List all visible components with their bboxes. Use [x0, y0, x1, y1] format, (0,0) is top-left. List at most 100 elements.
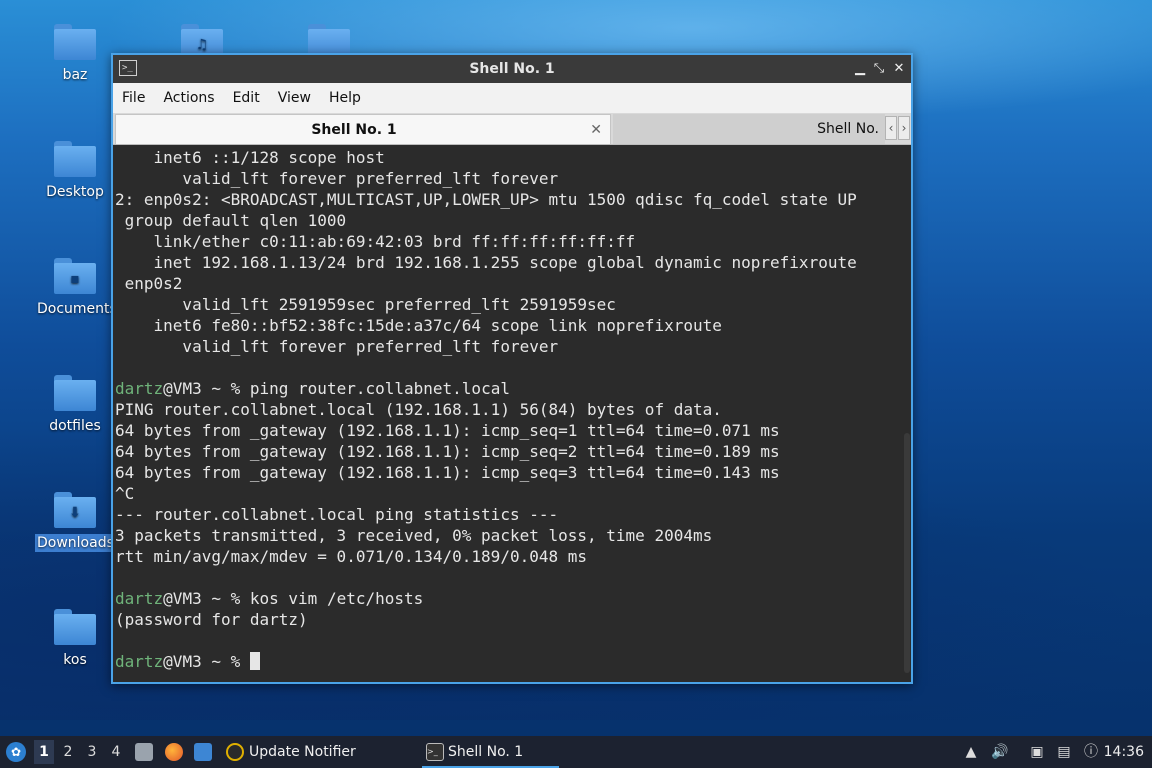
command-text: ping router.collabnet.local — [249, 379, 510, 398]
firefox-icon[interactable] — [165, 743, 183, 761]
terminal-icon: >_ — [426, 743, 444, 761]
terminal-line: 64 bytes from _gateway (192.168.1.1): ic… — [115, 441, 905, 462]
downloads-folder-icon: ⬇ — [54, 492, 96, 528]
output-text: group default qlen 1000 — [115, 211, 347, 230]
terminal-line: --- router.collabnet.local ping statisti… — [115, 504, 905, 525]
desktop-folder-dotfiles[interactable]: dotfiles — [35, 375, 115, 435]
output-text: valid_lft 2591959sec preferred_lft 25919… — [115, 295, 616, 314]
menu-file[interactable]: File — [113, 83, 154, 113]
start-menu-icon[interactable]: ✿ — [6, 742, 26, 762]
terminal-line: inet6 ::1/128 scope host — [115, 147, 905, 168]
output-text: inet6 fe80::bf52:38fc:15de:a37c/64 scope… — [115, 316, 722, 335]
output-text: ^C — [115, 484, 135, 503]
notification-icon[interactable]: ⓘ — [1082, 743, 1100, 761]
output-text: 64 bytes from _gateway (192.168.1.1): ic… — [115, 442, 780, 461]
output-text: valid_lft forever preferred_lft forever — [115, 169, 559, 188]
documents-folder-icon: ▪ — [54, 258, 96, 294]
desktop-icon-label: Desktop — [46, 184, 104, 200]
show-desktop-icon[interactable] — [194, 743, 212, 761]
desktop-folder-downloads[interactable]: ⬇ Downloads — [35, 492, 116, 552]
menu-edit[interactable]: Edit — [224, 83, 269, 113]
terminal-prompt-line: dartz@VM3 ~ % kos vim /etc/hosts — [115, 588, 905, 609]
output-text: inet6 ::1/128 scope host — [115, 148, 385, 167]
window-titlebar[interactable]: Shell No. 1 >_ ▁ ⤡ ✕ — [113, 55, 911, 83]
desktop-icon-label: baz — [62, 67, 88, 83]
desktop-folder-kos[interactable]: kos — [35, 609, 115, 669]
menu-view[interactable]: View — [269, 83, 320, 113]
output-text: link/ether c0:11:ab:69:42:03 brd ff:ff:f… — [115, 232, 636, 251]
terminal-window[interactable]: Shell No. 1 >_ ▁ ⤡ ✕ File Actions Edit View… — [111, 53, 913, 684]
terminal-lines: inet6 ::1/128 scope host valid_lft forev… — [115, 147, 905, 672]
update-icon — [226, 743, 244, 761]
terminal-line: valid_lft 2591959sec preferred_lft 25919… — [115, 294, 905, 315]
terminal-cursor — [249, 652, 260, 670]
clock[interactable]: 14:36 — [1104, 736, 1144, 768]
output-text: 3 packets transmitted, 3 received, 0% pa… — [115, 526, 713, 545]
menu-bar: File Actions Edit View Help — [113, 83, 911, 113]
terminal-line: inet6 fe80::bf52:38fc:15de:a37c/64 scope… — [115, 315, 905, 336]
terminal-line: enp0s2 — [115, 273, 905, 294]
network-icon[interactable]: ▣ — [1028, 743, 1046, 761]
menu-actions[interactable]: Actions — [154, 83, 223, 113]
close-button[interactable]: ✕ — [889, 59, 909, 79]
desktop-folder-documents[interactable]: ▪ Documents — [35, 258, 117, 318]
window-title: Shell No. 1 — [469, 61, 555, 77]
tab-scroll-right-button[interactable]: › — [898, 116, 910, 140]
prompt-host: @VM3 ~ % — [163, 589, 250, 608]
task-update-notifier[interactable]: Update Notifier — [223, 736, 356, 768]
terminal-line: 3 packets transmitted, 3 received, 0% pa… — [115, 525, 905, 546]
workspace-1[interactable]: 1 — [34, 740, 54, 764]
output-text: --- router.collabnet.local ping statisti… — [115, 505, 559, 524]
terminal-scrollbar[interactable] — [904, 433, 910, 673]
terminal-line: group default qlen 1000 — [115, 210, 905, 231]
terminal-prompt-line: dartz@VM3 ~ % — [115, 651, 905, 672]
output-text: valid_lft forever preferred_lft forever — [115, 337, 559, 356]
tab-bar: Shell No. 1 ✕ Shell No. ‹ › — [113, 113, 911, 145]
tab-label: Shell No. 1 — [311, 122, 397, 138]
prompt-host: @VM3 ~ % — [163, 652, 250, 671]
output-text: 64 bytes from _gateway (192.168.1.1): ic… — [115, 463, 780, 482]
tab-scroll-left-button[interactable]: ‹ — [885, 116, 897, 140]
tab-close-icon[interactable]: ✕ — [590, 115, 602, 145]
desktop-folder-baz[interactable]: baz — [35, 24, 115, 84]
terminal-app-icon[interactable]: >_ — [119, 60, 137, 76]
output-text: 2: enp0s2: <BROADCAST,MULTICAST,UP,LOWER… — [115, 190, 857, 209]
terminal-output[interactable]: inet6 ::1/128 scope host valid_lft forev… — [113, 145, 911, 682]
task-shell-no-1[interactable]: >_ Shell No. 1 — [422, 736, 559, 768]
folder-icon — [54, 609, 96, 645]
clipboard-icon[interactable]: ▤ — [1055, 743, 1073, 761]
prompt-username: dartz — [115, 379, 164, 398]
workspace-3[interactable]: 3 — [82, 740, 102, 764]
terminal-line: 64 bytes from _gateway (192.168.1.1): ic… — [115, 420, 905, 441]
system-tray-up-icon[interactable]: ▲ — [962, 743, 980, 761]
tab-label: Shell No. — [817, 121, 879, 137]
output-text: inet 192.168.1.13/24 brd 192.168.1.255 s… — [115, 253, 857, 272]
file-manager-icon[interactable] — [135, 743, 153, 761]
menu-help[interactable]: Help — [320, 83, 370, 113]
tab-shell-2[interactable]: Shell No. — [613, 114, 885, 144]
desktop-folder-desktop[interactable]: Desktop — [35, 141, 115, 201]
minimize-button[interactable]: ▁ — [850, 59, 870, 79]
terminal-line: ^C — [115, 483, 905, 504]
prompt-username: dartz — [115, 652, 164, 671]
workspace-4[interactable]: 4 — [106, 740, 126, 764]
terminal-line: valid_lft forever preferred_lft forever — [115, 336, 905, 357]
terminal-line: 2: enp0s2: <BROADCAST,MULTICAST,UP,LOWER… — [115, 189, 905, 210]
folder-icon — [54, 375, 96, 411]
volume-icon[interactable]: 🔊 — [991, 743, 1009, 761]
desktop-icon-label: Downloads — [35, 534, 116, 552]
terminal-prompt-line: dartz@VM3 ~ % ping router.collabnet.loca… — [115, 378, 905, 399]
maximize-button[interactable]: ⤡ — [869, 59, 889, 79]
terminal-line: 64 bytes from _gateway (192.168.1.1): ic… — [115, 462, 905, 483]
terminal-line: link/ether c0:11:ab:69:42:03 brd ff:ff:f… — [115, 231, 905, 252]
terminal-line: PING router.collabnet.local (192.168.1.1… — [115, 399, 905, 420]
prompt-host: @VM3 ~ % — [163, 379, 250, 398]
workspace-2[interactable]: 2 — [58, 740, 78, 764]
folder-icon — [54, 141, 96, 177]
taskbar: ✿ 1 2 3 4 Update Notifier >_ Shell No. 1… — [0, 736, 1152, 768]
tab-shell-1[interactable]: Shell No. 1 ✕ — [115, 114, 611, 144]
task-label: Shell No. 1 — [448, 744, 524, 760]
terminal-line: rtt min/avg/max/mdev = 0.071/0.134/0.189… — [115, 546, 905, 567]
